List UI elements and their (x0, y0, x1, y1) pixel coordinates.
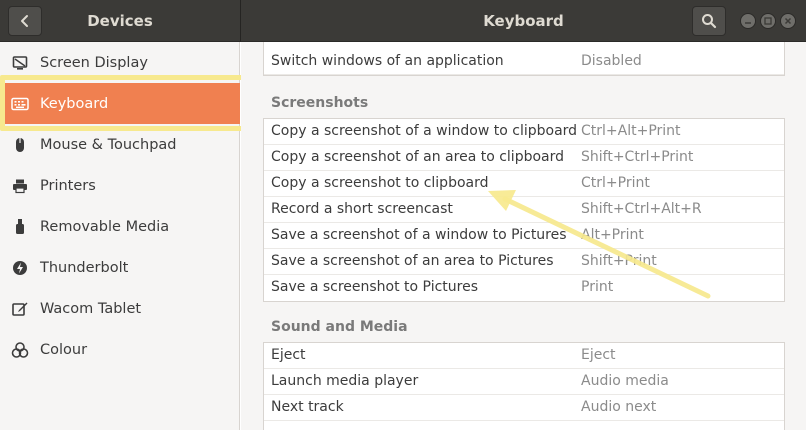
minimize-button[interactable] (740, 13, 756, 29)
colour-icon (10, 340, 30, 360)
sidebar-item-label: Screen Display (40, 54, 148, 71)
maximize-icon (764, 17, 772, 25)
sidebar-item-screen-display[interactable]: Screen Display (0, 42, 240, 83)
shortcut-name: Eject (271, 347, 306, 363)
shortcuts-panel: Switch windows of an application Disable… (241, 42, 806, 430)
sidebar-item-label: Wacom Tablet (40, 300, 142, 317)
sidebar-item-thunderbolt[interactable]: Thunderbolt (0, 247, 240, 288)
shortcut-key: Shift+Print (581, 253, 657, 269)
close-icon (784, 17, 792, 25)
shortcut-name: Save a screenshot of a window to Picture… (271, 227, 567, 243)
mouse-icon (10, 135, 30, 155)
close-button[interactable] (780, 13, 796, 29)
shortcut-row[interactable]: Copy a screenshot to clipboard Ctrl+Prin… (264, 171, 784, 197)
section-title-sound-media: Sound and Media (271, 319, 408, 335)
sidebar-item-label: Printers (40, 177, 96, 194)
shortcut-row[interactable]: Copy a screenshot of a window to clipboa… (264, 119, 784, 145)
shortcut-name: Copy a screenshot of an area to clipboar… (271, 149, 565, 165)
shortcut-row[interactable]: Next track Audio next (264, 395, 784, 421)
shortcut-row[interactable]: Launch media player Audio media (264, 369, 784, 395)
display-icon (10, 53, 30, 73)
shortcut-key: Audio next (581, 399, 657, 415)
minimize-icon (745, 22, 751, 24)
shortcut-name: Copy a screenshot of a window to clipboa… (271, 123, 578, 139)
shortcut-name: Copy a screenshot to clipboard (271, 175, 489, 191)
shortcut-key: Alt+Print (581, 227, 644, 243)
sidebar-item-keyboard[interactable]: Keyboard (0, 83, 240, 124)
sidebar-item-printers[interactable]: Printers (0, 165, 240, 206)
chevron-left-icon (21, 15, 28, 27)
search-button[interactable] (692, 6, 726, 36)
usb-icon (10, 217, 30, 237)
sidebar-item-label: Removable Media (40, 218, 170, 235)
shortcut-key: Ctrl+Alt+Print (581, 123, 681, 139)
shortcut-row[interactable]: Record a short screencast Shift+Ctrl+Alt… (264, 197, 784, 223)
sidebar-item-colour[interactable]: Colour (0, 329, 240, 370)
shortcut-key: Shift+Ctrl+Print (581, 149, 694, 165)
windows-shortcut-list: Switch windows of an application Disable… (263, 42, 785, 76)
shortcut-row[interactable]: Switch windows of an application Disable… (264, 49, 784, 75)
shortcut-row[interactable]: Save a screenshot to Pictures Print (264, 275, 784, 301)
shortcut-name: Save a screenshot to Pictures (271, 279, 478, 295)
section-title-screenshots: Screenshots (271, 95, 369, 111)
shortcut-row[interactable]: Save a screenshot of a window to Picture… (264, 223, 784, 249)
shortcut-key: Audio media (581, 373, 669, 389)
shortcut-key: Eject (581, 347, 616, 363)
shortcut-key: Ctrl+Print (581, 175, 650, 191)
shortcut-name: Save a screenshot of an area to Pictures (271, 253, 554, 269)
printer-icon (10, 176, 30, 196)
sidebar-item-label: Keyboard (40, 95, 109, 112)
sidebar-item-label: Colour (40, 341, 88, 358)
screenshots-shortcut-list: Copy a screenshot of a window to clipboa… (263, 118, 785, 302)
shortcut-name: Switch windows of an application (271, 53, 504, 69)
back-button[interactable] (8, 6, 42, 36)
shortcut-key: Shift+Ctrl+Alt+R (581, 201, 702, 217)
sidebar-item-label: Mouse & Touchpad (40, 136, 177, 153)
shortcut-name: Next track (271, 399, 344, 415)
sidebar-item-mouse-touchpad[interactable]: Mouse & Touchpad (0, 124, 240, 165)
header-bar: Devices Keyboard (0, 0, 806, 42)
shortcut-key: Disabled (581, 53, 642, 69)
shortcut-row[interactable]: Copy a screenshot of an area to clipboar… (264, 145, 784, 171)
sound-media-shortcut-list: Eject Eject Launch media player Audio me… (263, 342, 785, 430)
sidebar: Screen Display Keyboard Mouse & Touchpad… (0, 42, 250, 430)
tablet-icon (10, 299, 30, 319)
sidebar-item-label: Thunderbolt (40, 259, 129, 276)
maximize-button[interactable] (760, 13, 776, 29)
shortcut-name: Record a short screencast (271, 201, 453, 217)
shortcut-key: Print (581, 279, 614, 295)
search-icon (702, 14, 717, 29)
sidebar-item-removable-media[interactable]: Removable Media (0, 206, 240, 247)
sidebar-item-wacom-tablet[interactable]: Wacom Tablet (0, 288, 240, 329)
shortcut-name: Launch media player (271, 373, 419, 389)
shortcut-row[interactable]: Eject Eject (264, 343, 784, 369)
shortcut-row[interactable]: Save a screenshot of an area to Pictures… (264, 249, 784, 275)
thunderbolt-icon (10, 258, 30, 278)
keyboard-icon (10, 94, 30, 114)
